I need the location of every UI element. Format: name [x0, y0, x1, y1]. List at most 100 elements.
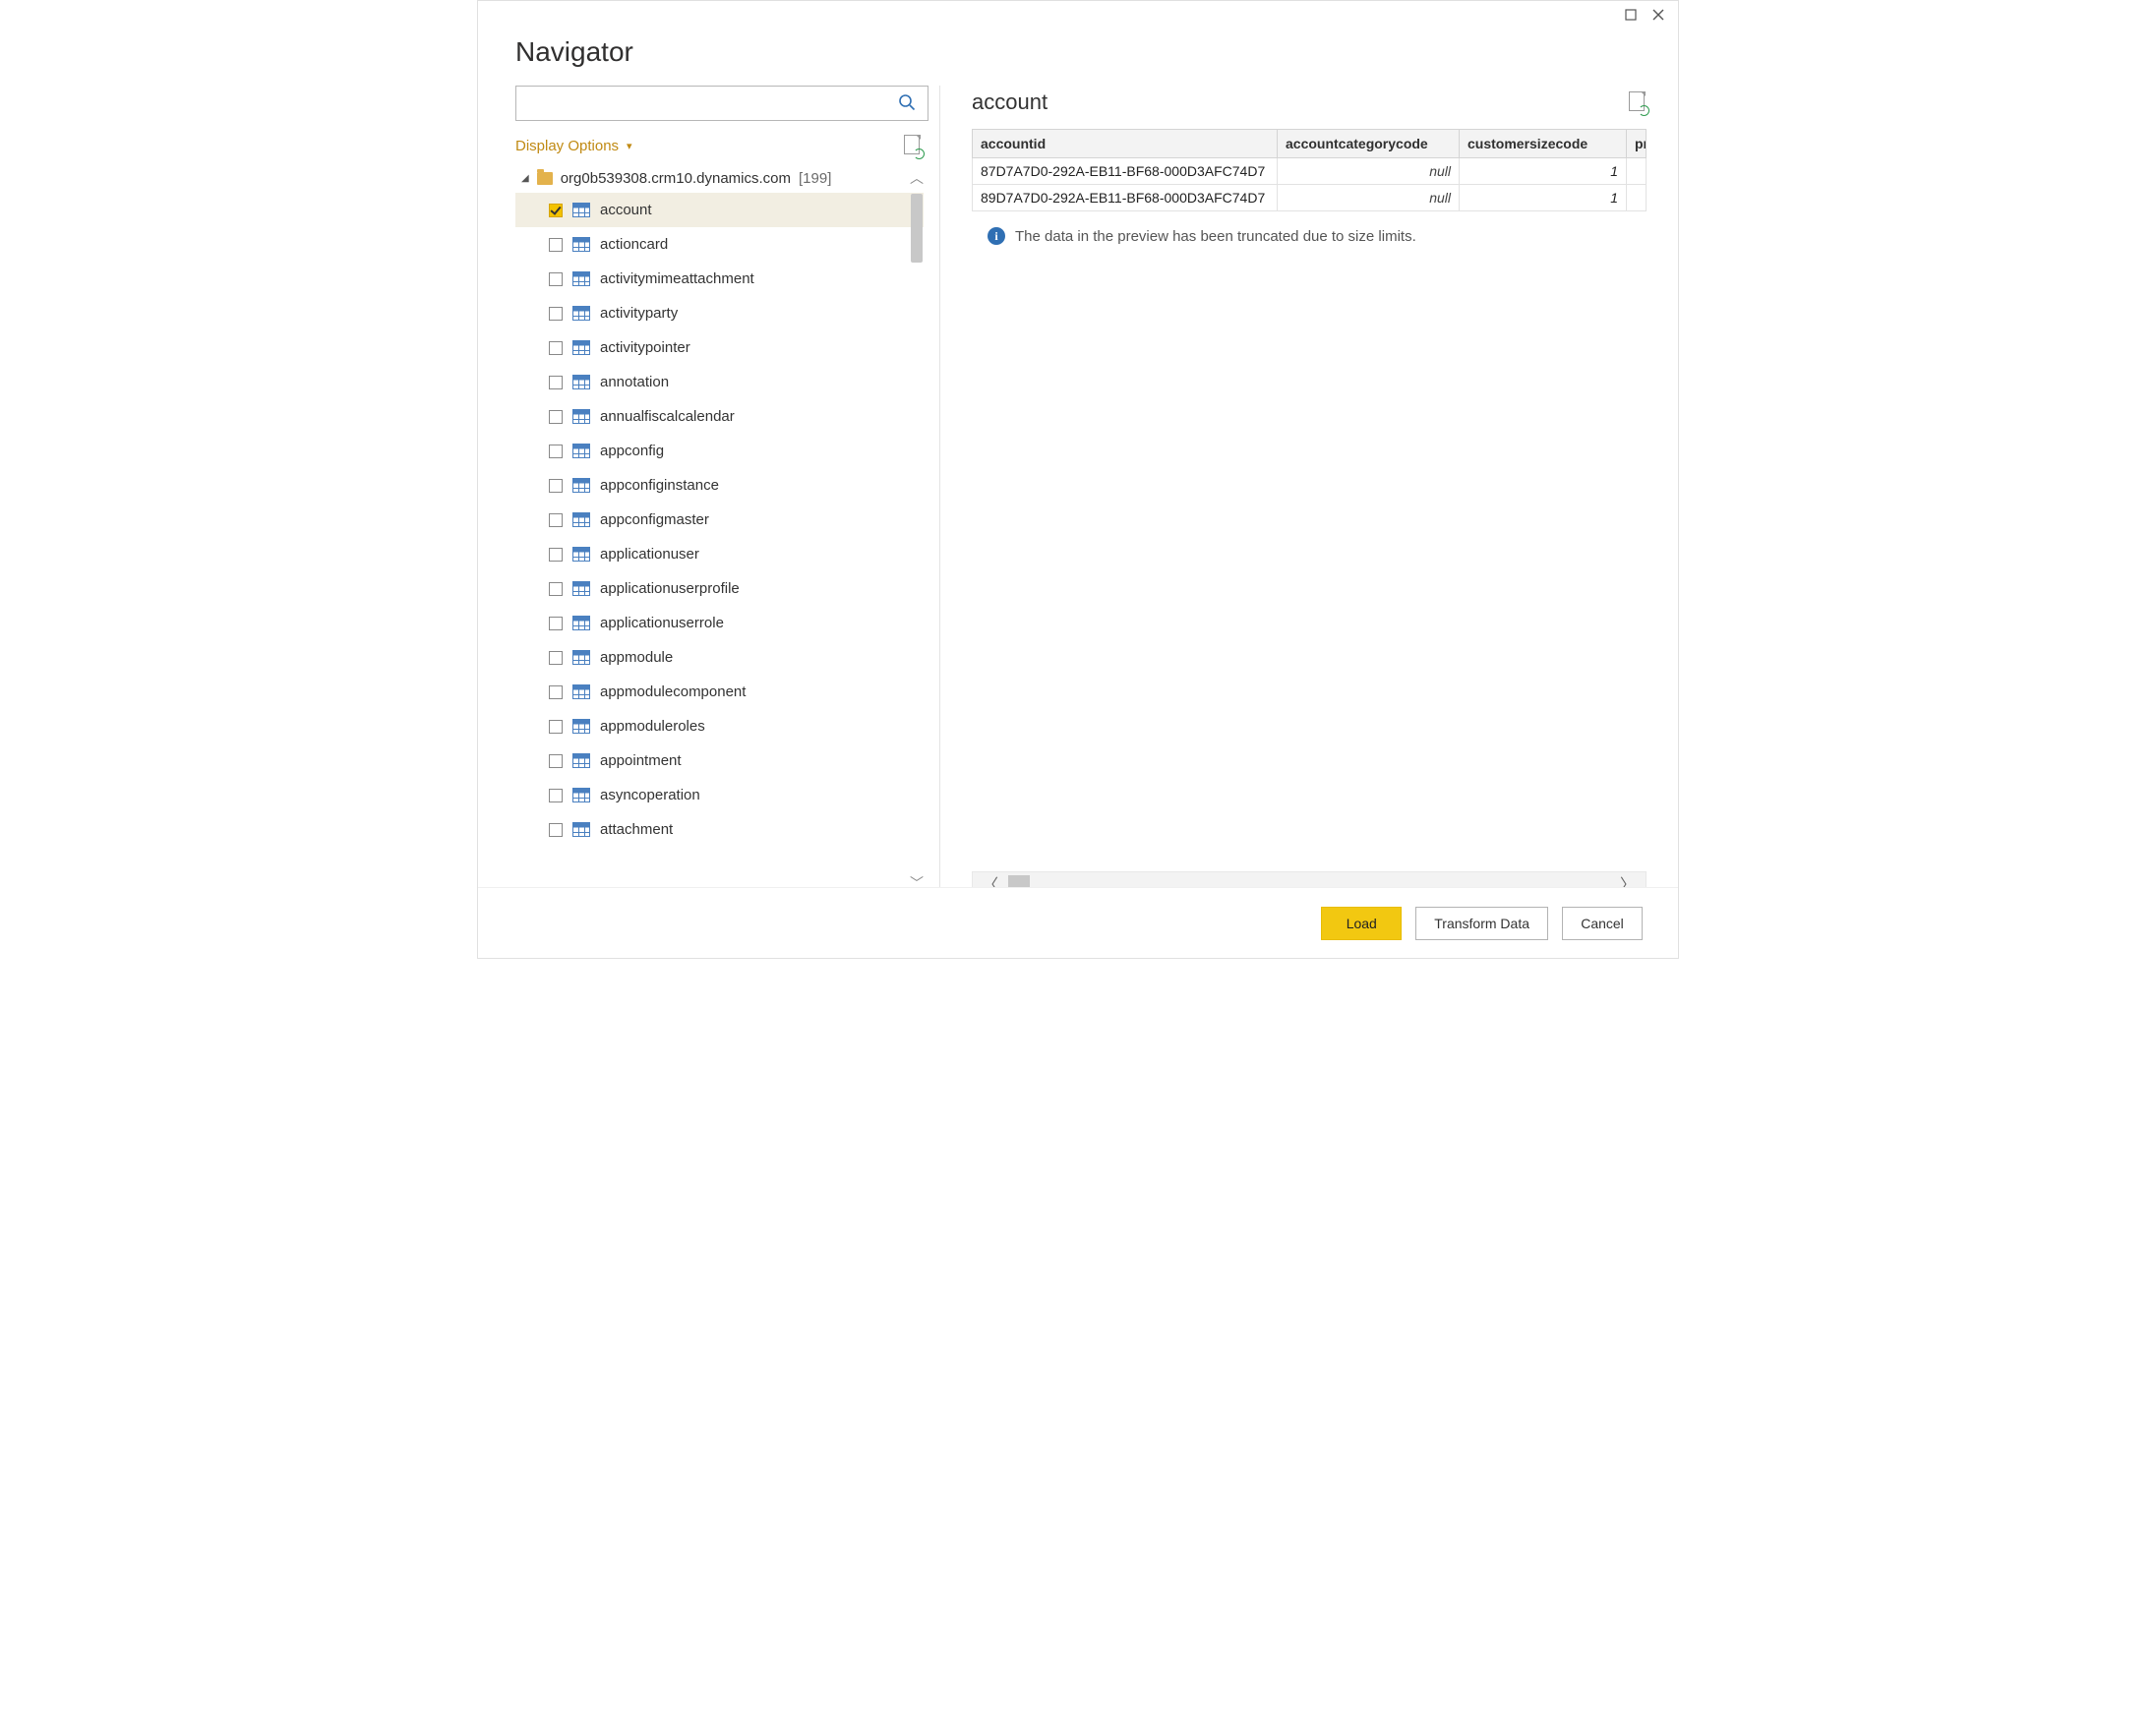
- table-icon: [572, 444, 590, 458]
- table-icon: [572, 684, 590, 699]
- tree-item-annualfiscalcalendar[interactable]: annualfiscalcalendar: [515, 399, 924, 434]
- col-truncated[interactable]: pr: [1627, 130, 1647, 158]
- tree-item-label: applicationuser: [600, 546, 699, 563]
- checkbox[interactable]: [549, 272, 563, 286]
- add-table-icon[interactable]: [904, 135, 922, 156]
- scroll-up-icon[interactable]: ︿: [908, 166, 924, 190]
- transform-data-button[interactable]: Transform Data: [1415, 907, 1548, 940]
- tree-item-appconfiginstance[interactable]: appconfiginstance: [515, 468, 924, 503]
- checkbox[interactable]: [549, 823, 563, 837]
- tree-item-activityparty[interactable]: activityparty: [515, 296, 924, 330]
- root-count: [199]: [799, 170, 831, 187]
- titlebar: [478, 1, 1678, 29]
- checkbox[interactable]: [549, 307, 563, 321]
- tree-item-actioncard[interactable]: actioncard: [515, 227, 924, 262]
- table-icon: [572, 478, 590, 493]
- checkbox[interactable]: [549, 238, 563, 252]
- table-icon: [572, 650, 590, 665]
- checkbox[interactable]: [549, 341, 563, 355]
- navigator-dialog: Navigator Display Options ▾: [477, 0, 1679, 959]
- tree-item-appointment[interactable]: appointment: [515, 743, 924, 778]
- left-pane: Display Options ▾ ◢ org0b539308.crm10.dy…: [515, 86, 940, 895]
- checkbox[interactable]: [549, 479, 563, 493]
- tree-item-label: annualfiscalcalendar: [600, 408, 735, 425]
- tree-item-appmodule[interactable]: appmodule: [515, 640, 924, 675]
- checkbox[interactable]: [549, 617, 563, 630]
- maximize-button[interactable]: [1619, 5, 1643, 25]
- scroll-thumb[interactable]: [911, 194, 923, 263]
- table-row[interactable]: 89D7A7D0-292A-EB11-BF68-000D3AFC74D7null…: [973, 185, 1647, 211]
- tree-item-applicationuser[interactable]: applicationuser: [515, 537, 924, 571]
- display-options-row: Display Options ▾: [515, 135, 924, 156]
- tree-item-label: attachment: [600, 821, 673, 838]
- caret-down-icon: ◢: [521, 173, 529, 184]
- preview-table: accountid accountcategorycode customersi…: [972, 129, 1647, 211]
- tree-item-label: appmoduleroles: [600, 718, 705, 735]
- tree-item-appconfigmaster[interactable]: appconfigmaster: [515, 503, 924, 537]
- checkbox[interactable]: [549, 651, 563, 665]
- cell-accountcategorycode: null: [1278, 185, 1460, 211]
- tree-item-appconfig[interactable]: appconfig: [515, 434, 924, 468]
- table-icon: [572, 822, 590, 837]
- folder-icon: [537, 172, 553, 185]
- preview-header-row: accountid accountcategorycode customersi…: [973, 130, 1647, 158]
- tree-item-label: applicationuserprofile: [600, 580, 740, 597]
- checkbox[interactable]: [549, 685, 563, 699]
- tree-item-appmodulecomponent[interactable]: appmodulecomponent: [515, 675, 924, 709]
- search-icon[interactable]: [898, 93, 916, 116]
- table-icon: [572, 753, 590, 768]
- vertical-scrollbar[interactable]: ︿ ﹀: [908, 166, 924, 895]
- info-icon: i: [988, 227, 1005, 245]
- tree-item-label: appointment: [600, 752, 682, 769]
- checkbox[interactable]: [549, 513, 563, 527]
- tree-item-annotation[interactable]: annotation: [515, 365, 924, 399]
- load-button[interactable]: Load: [1321, 907, 1402, 940]
- checkbox[interactable]: [549, 376, 563, 389]
- tree-item-label: activitypointer: [600, 339, 690, 356]
- tree-root-node[interactable]: ◢ org0b539308.crm10.dynamics.com [199]: [515, 166, 924, 191]
- tree-wrap: ◢ org0b539308.crm10.dynamics.com [199] a…: [515, 166, 924, 895]
- cell-accountcategorycode: null: [1278, 158, 1460, 185]
- refresh-preview-icon[interactable]: [1629, 91, 1647, 113]
- search-input[interactable]: [515, 86, 928, 121]
- content-area: Display Options ▾ ◢ org0b539308.crm10.dy…: [478, 86, 1678, 895]
- table-icon: [572, 409, 590, 424]
- col-accountcategorycode[interactable]: accountcategorycode: [1278, 130, 1460, 158]
- preview-title: account: [972, 89, 1048, 115]
- tree-item-appmoduleroles[interactable]: appmoduleroles: [515, 709, 924, 743]
- tree-item-activitypointer[interactable]: activitypointer: [515, 330, 924, 365]
- tree-item-activitymimeattachment[interactable]: activitymimeattachment: [515, 262, 924, 296]
- checkbox[interactable]: [549, 582, 563, 596]
- tree-item-attachment[interactable]: attachment: [515, 812, 924, 847]
- col-accountid[interactable]: accountid: [973, 130, 1278, 158]
- checkbox[interactable]: [549, 548, 563, 562]
- cancel-button[interactable]: Cancel: [1562, 907, 1643, 940]
- search-row: [515, 86, 924, 121]
- col-customersizecode[interactable]: customersizecode: [1460, 130, 1627, 158]
- checkbox[interactable]: [549, 410, 563, 424]
- tree-item-label: appmodule: [600, 649, 673, 666]
- close-button[interactable]: [1647, 5, 1670, 25]
- tree-item-label: activitymimeattachment: [600, 270, 754, 287]
- display-options-dropdown[interactable]: Display Options ▾: [515, 138, 632, 154]
- table-icon: [572, 616, 590, 630]
- tree-item-asyncoperation[interactable]: asyncoperation: [515, 778, 924, 812]
- tree-item-account[interactable]: account: [515, 193, 924, 227]
- cell-customersizecode: 1: [1460, 185, 1627, 211]
- checkbox[interactable]: [549, 204, 563, 217]
- table-icon: [572, 306, 590, 321]
- checkbox[interactable]: [549, 445, 563, 458]
- table-icon: [572, 203, 590, 217]
- checkbox[interactable]: [549, 754, 563, 768]
- table-row[interactable]: 87D7A7D0-292A-EB11-BF68-000D3AFC74D7null…: [973, 158, 1647, 185]
- checkbox[interactable]: [549, 789, 563, 802]
- tree-item-label: activityparty: [600, 305, 678, 322]
- tree-item-applicationuserprofile[interactable]: applicationuserprofile: [515, 571, 924, 606]
- tree-item-label: account: [600, 202, 652, 218]
- tree-item-applicationuserrole[interactable]: applicationuserrole: [515, 606, 924, 640]
- checkbox[interactable]: [549, 720, 563, 734]
- info-row: i The data in the preview has been trunc…: [972, 227, 1647, 245]
- cell-truncated: [1627, 158, 1647, 185]
- cell-accountid: 89D7A7D0-292A-EB11-BF68-000D3AFC74D7: [973, 185, 1278, 211]
- tree-item-label: annotation: [600, 374, 669, 390]
